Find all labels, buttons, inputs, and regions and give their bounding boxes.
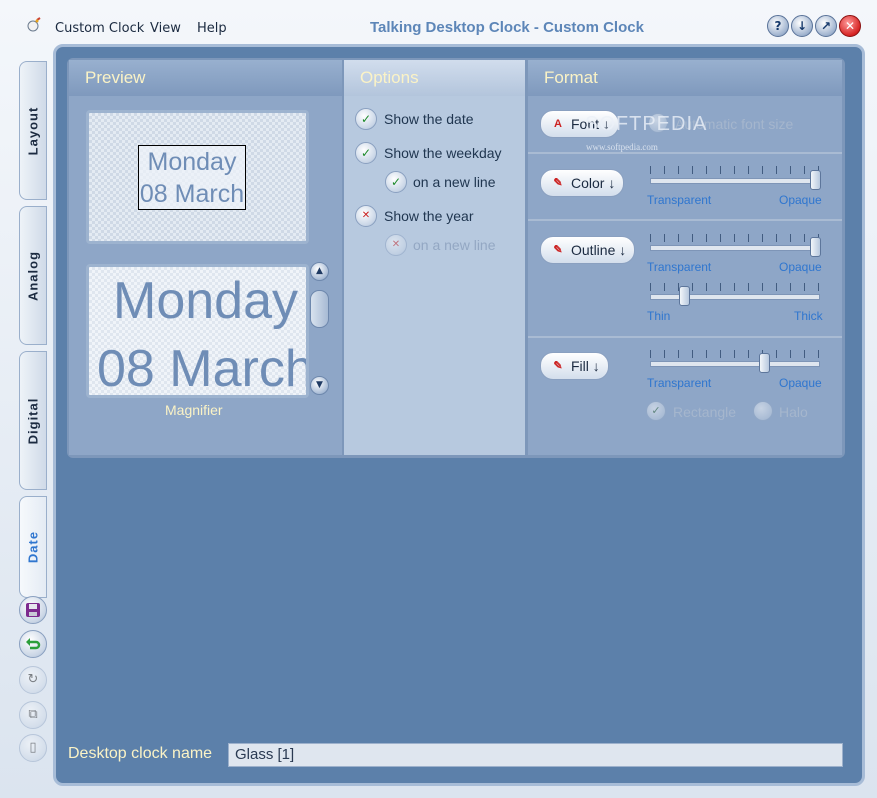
fill-opaque-label: Opaque (779, 376, 822, 390)
brush-icon: ✎ (553, 244, 563, 256)
outline-button[interactable]: ✎ Outline ↓ (540, 236, 636, 264)
color-transparent-label: Transparent (647, 193, 712, 207)
app-window: Custom Clock View Help Talking Desktop C… (0, 0, 877, 798)
preview-weekday: Monday (147, 148, 237, 176)
fill-button-label: Fill ↓ (571, 358, 600, 374)
outline-transparent-label: Transparent (647, 260, 712, 274)
format-divider (528, 219, 842, 221)
outline-thickness-slider[interactable] (650, 294, 820, 300)
brush-icon: ✎ (553, 177, 563, 189)
tab-layout-label: Layout (25, 106, 41, 155)
scroll-down-icon[interactable]: ▼ (310, 376, 329, 395)
weekday-new-line-label: on a new line (413, 174, 496, 190)
year-new-line-label: on a new line (413, 237, 496, 253)
tab-analog[interactable]: Analog (19, 206, 47, 345)
magnifier-label: Magnifier (165, 402, 223, 418)
magnified-weekday: Monday (113, 272, 298, 330)
help-icon[interactable]: ? (767, 15, 789, 37)
show-weekday-checkbox[interactable]: ✓ (355, 142, 377, 164)
undo-icon[interactable] (19, 630, 47, 658)
show-year-checkbox[interactable]: ✕ (355, 205, 377, 227)
outline-opacity-slider[interactable] (650, 245, 820, 251)
magnified-date: 08 March (97, 340, 309, 398)
tab-analog-label: Analog (25, 250, 41, 301)
fill-button[interactable]: ✎ Fill ↓ (540, 352, 609, 380)
show-date-checkbox[interactable]: ✓ (355, 108, 377, 130)
tab-date-label: Date (25, 530, 41, 564)
color-opacity-slider[interactable] (650, 178, 820, 184)
clock-name-input[interactable]: Glass [1] (228, 743, 843, 767)
color-button-label: Color ↓ (571, 175, 616, 191)
outline-opacity-thumb[interactable] (810, 237, 821, 257)
close-icon[interactable]: ✕ (839, 15, 861, 37)
clock-name-label: Desktop clock name (68, 745, 213, 762)
fill-transparent-label: Transparent (647, 376, 712, 390)
preview-date: 08 March (139, 180, 245, 208)
color-opacity-thumb[interactable] (810, 170, 821, 190)
tab-digital[interactable]: Digital (19, 351, 47, 490)
refresh-icon: ↻ (19, 666, 47, 694)
restore-arrow-icon[interactable]: ↗ (815, 15, 837, 37)
menu-custom-clock[interactable]: Custom Clock (55, 21, 144, 36)
show-year-label: Show the year (384, 208, 474, 224)
outline-thickness-thumb[interactable] (678, 286, 690, 306)
fill-opacity-slider[interactable] (650, 361, 820, 367)
scroll-up-icon[interactable]: ▲ (310, 262, 329, 281)
halo-radio[interactable] (753, 401, 773, 421)
thin-label: Thin (647, 309, 671, 323)
tab-layout[interactable]: Layout (19, 61, 47, 200)
show-date-label: Show the date (384, 111, 474, 127)
delete-icon: ▯ (19, 734, 47, 762)
menu-help[interactable]: Help (197, 21, 227, 36)
weekday-new-line-checkbox[interactable]: ✓ (385, 171, 407, 193)
tab-digital-label: Digital (25, 397, 41, 444)
preview-clock: Monday 08 March (138, 145, 246, 210)
app-clock-icon (26, 17, 42, 33)
format-divider (528, 336, 842, 338)
format-divider (528, 152, 842, 154)
tab-date[interactable]: Date (19, 496, 47, 598)
rectangle-radio[interactable]: ✓ (646, 401, 666, 421)
options-header: Options (344, 60, 525, 96)
fill-slider-ticks (650, 350, 820, 358)
brush-icon: ✎ (553, 360, 563, 372)
year-new-line-checkbox: ✕ (385, 234, 407, 256)
show-weekday-label: Show the weekday (384, 145, 502, 161)
thickness-slider-ticks (650, 283, 820, 291)
save-icon[interactable] (19, 596, 47, 624)
format-header: Format (528, 60, 842, 96)
outline-opaque-label: Opaque (779, 260, 822, 274)
window-title: Talking Desktop Clock - Custom Clock (370, 19, 644, 36)
watermark-url: www.softpedia.com (586, 142, 658, 152)
font-icon: A (554, 118, 562, 130)
rectangle-label: Rectangle (673, 404, 737, 420)
halo-label: Halo (779, 404, 808, 420)
minimize-down-icon[interactable]: ↓ (791, 15, 813, 37)
fill-opacity-thumb[interactable] (758, 353, 770, 373)
watermark-text: SOFTPEDIA (585, 113, 708, 135)
outline-button-label: Outline ↓ (571, 242, 627, 258)
color-opaque-label: Opaque (779, 193, 822, 207)
magnifier-scroll-thumb[interactable] (310, 290, 329, 328)
preview-box: Monday 08 March (86, 110, 309, 244)
color-button[interactable]: ✎ Color ↓ (540, 169, 625, 197)
magnifier-box: Monday 08 March (86, 264, 309, 398)
thick-label: Thick (794, 309, 823, 323)
color-slider-ticks (650, 166, 820, 174)
copy-icon: ⧉ (19, 701, 47, 729)
preview-header: Preview (69, 60, 342, 96)
menu-view[interactable]: View (150, 21, 181, 36)
outline-slider-ticks (650, 234, 820, 242)
